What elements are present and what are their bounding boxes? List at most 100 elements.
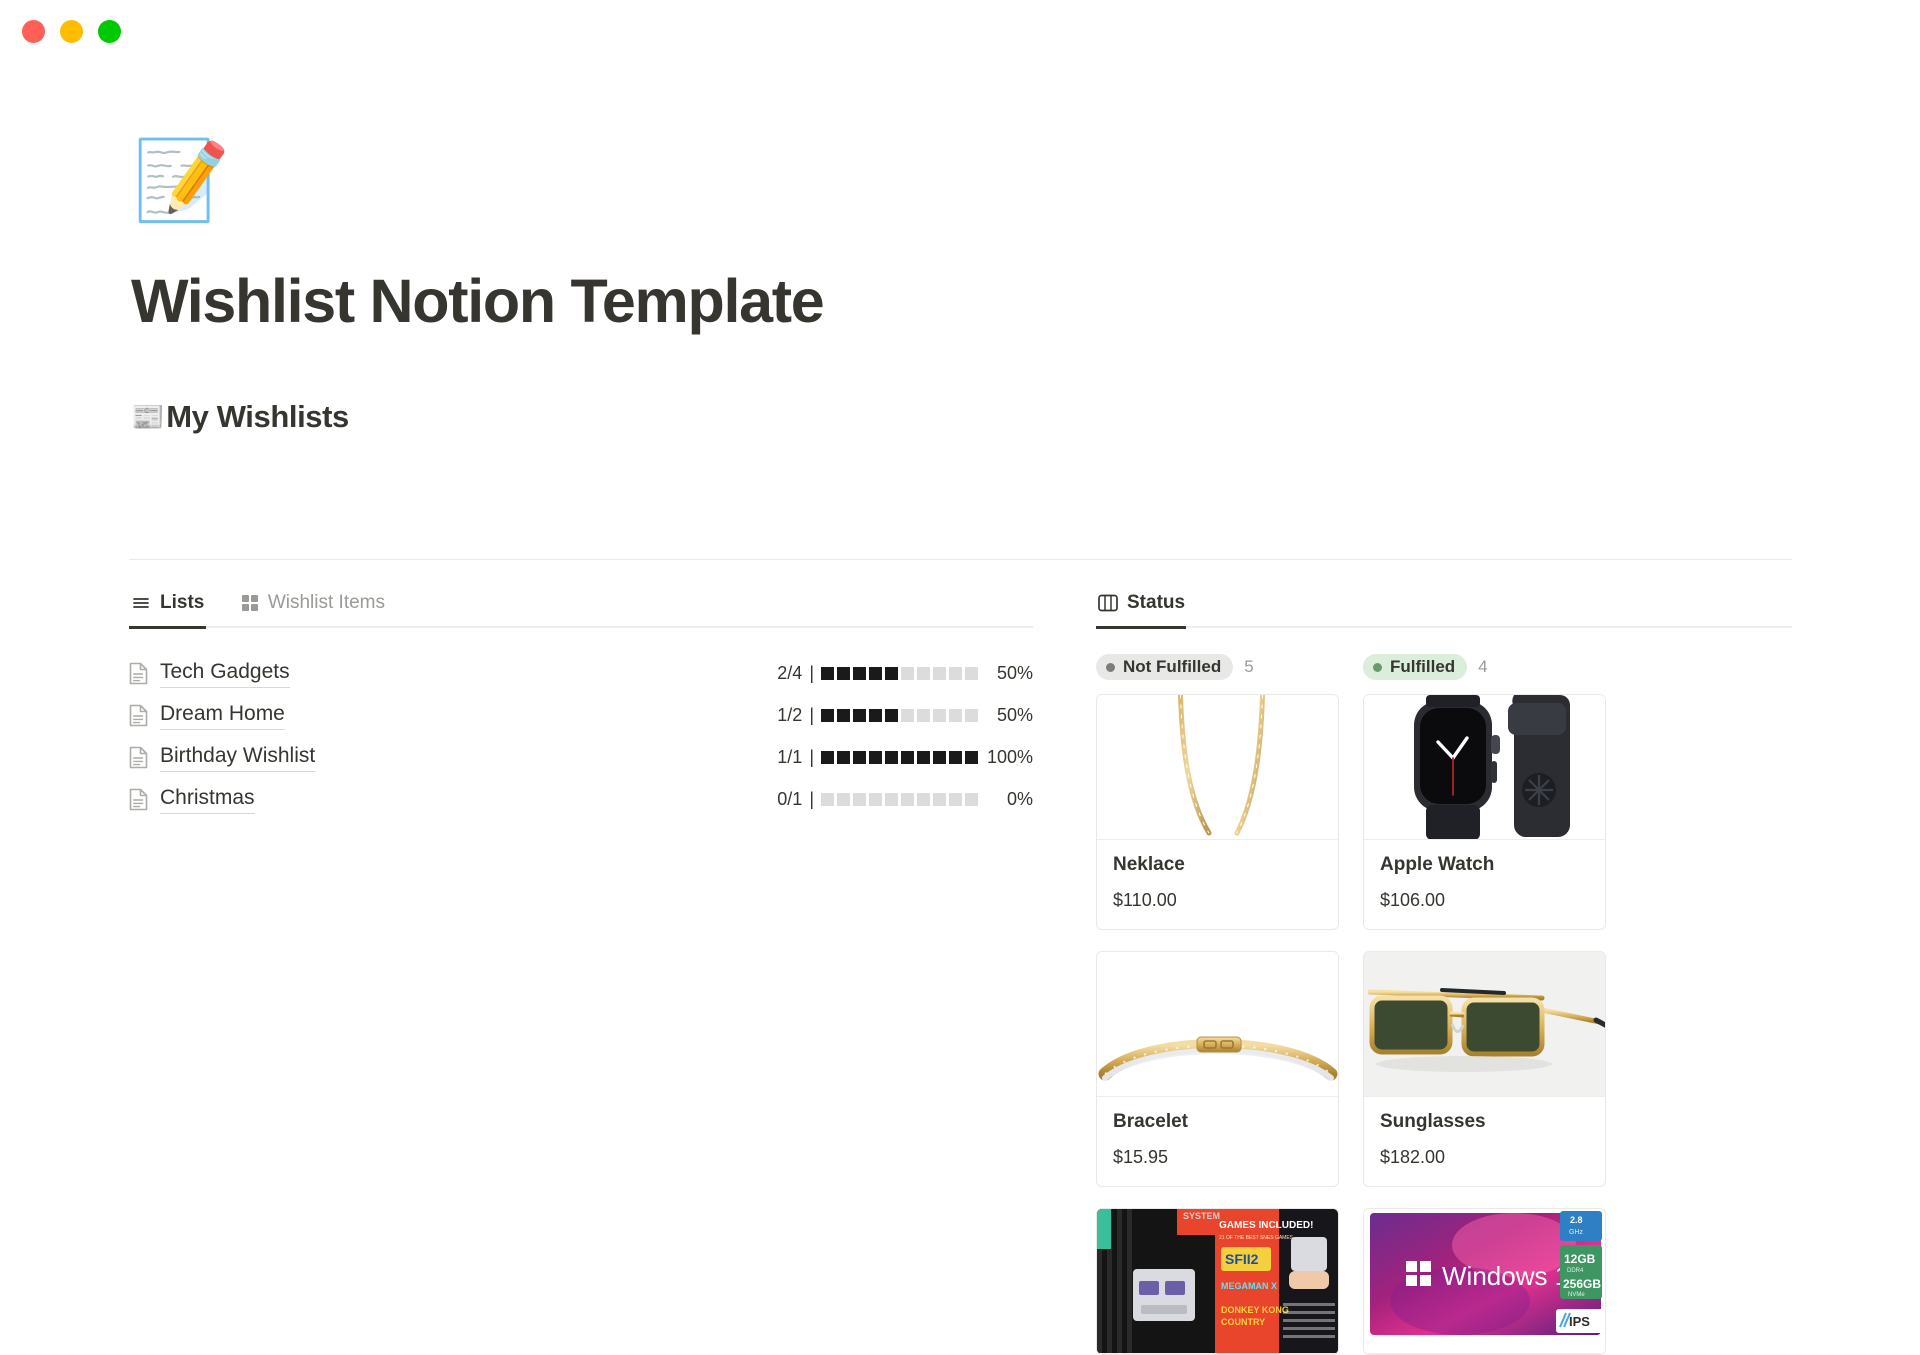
wishlist-card[interactable]: Sunglasses $182.00 (1363, 951, 1606, 1187)
section-divider (129, 559, 1792, 560)
lists-panel: Lists Wishlist Items Tech Gadgets 2/4 | … (129, 582, 1033, 820)
lists-rows: Tech Gadgets 2/4 | 50% Dream Home 1/2 | … (129, 652, 1033, 820)
progress-block (949, 792, 962, 806)
progress-separator: | (809, 788, 814, 809)
board-icon (1098, 594, 1118, 612)
svg-text:IPS: IPS (1569, 1314, 1590, 1329)
progress-block (949, 708, 962, 722)
board-column-count: 5 (1244, 657, 1254, 676)
progress-block (853, 750, 866, 764)
wishlist-card[interactable]: Apple Watch $106.00 (1363, 694, 1606, 930)
minimize-button[interactable] (60, 19, 83, 43)
board-column-count: 4 (1478, 657, 1488, 676)
progress-block (885, 666, 898, 680)
section-heading: 📰 My Wishlists (131, 399, 349, 435)
card-price: $106.00 (1380, 890, 1446, 910)
wishlist-card[interactable]: GAMES INCLUDED! 21 OF THE BEST SNES GAME… (1096, 1208, 1339, 1355)
card-title: Sunglasses (1380, 1111, 1486, 1132)
maximize-button[interactable] (98, 19, 121, 43)
gold-necklace-image (1097, 695, 1338, 840)
progress-block (837, 708, 850, 722)
progress-block (949, 666, 962, 680)
tab-lists-label: Lists (160, 592, 205, 613)
progress-block (869, 750, 882, 764)
progress-block (869, 666, 882, 680)
list-item-name: Tech Gadgets (160, 658, 290, 689)
board-column-fulfilled: Fulfilled 4 Apple Watch $106.00 Sunglass… (1363, 653, 1606, 1355)
progress-block (853, 792, 866, 806)
tab-status[interactable]: Status (1096, 582, 1191, 624)
list-item[interactable]: Birthday Wishlist 1/1 | 100% (129, 736, 1033, 778)
progress-block (933, 708, 946, 722)
document-icon (129, 788, 151, 811)
list-item-name: Christmas (160, 784, 255, 815)
apple-watch-image (1364, 695, 1605, 840)
status-badge[interactable]: Not Fulfilled (1096, 654, 1234, 680)
list-item[interactable]: Dream Home 1/2 | 50% (129, 694, 1033, 736)
progress-block (965, 750, 978, 764)
lists-tab-underline (129, 626, 1033, 629)
progress-block (901, 708, 914, 722)
memo-emoji[interactable]: 📝 (133, 135, 230, 225)
progress-block (965, 666, 978, 680)
card-body: Bracelet $15.95 (1097, 1097, 1338, 1186)
wishlist-card[interactable]: Bracelet $15.95 (1096, 951, 1339, 1187)
tab-lists[interactable]: Lists (129, 582, 210, 624)
tab-wishlist-items[interactable]: Wishlist Items (239, 582, 391, 624)
sunglasses-image (1364, 952, 1605, 1097)
progress-block (821, 666, 834, 680)
list-item[interactable]: Christmas 0/1 | 0% (129, 778, 1033, 820)
status-tab-bar: Status (1096, 582, 1792, 626)
card-price: $182.00 (1380, 1147, 1446, 1167)
card-price: $110.00 (1113, 890, 1177, 910)
status-dot-icon (1373, 662, 1382, 672)
status-tab-active-indicator (1096, 626, 1186, 629)
progress-fraction: 1/2 (777, 704, 803, 725)
tab-wishlist-items-label: Wishlist Items (267, 592, 385, 613)
progress-separator: | (809, 704, 814, 725)
card-title: Neklace (1113, 854, 1185, 875)
progress-percent: 100% (986, 746, 1033, 767)
close-button[interactable] (22, 19, 45, 43)
progress-block (837, 792, 850, 806)
progress-block (837, 750, 850, 764)
card-body: Sunglasses $182.00 (1364, 1097, 1605, 1186)
progress-block (885, 750, 898, 764)
progress-block (933, 792, 946, 806)
progress-block (837, 666, 850, 680)
section-heading-label: My Wishlists (166, 399, 349, 434)
document-icon (129, 704, 151, 727)
list-item[interactable]: Tech Gadgets 2/4 | 50% (129, 652, 1033, 694)
board-column-not-fulfilled: Not Fulfilled 5 Neklace $110.00 Bracelet… (1096, 653, 1339, 1355)
svg-text:2.8: 2.8 (1570, 1215, 1583, 1225)
status-badge-label: Fulfilled (1390, 657, 1456, 676)
document-icon (129, 746, 151, 769)
progress-block (933, 750, 946, 764)
progress-blocks (821, 750, 978, 764)
newspaper-emoji: 📰 (131, 402, 165, 432)
list-item-name: Dream Home (160, 700, 285, 731)
progress-block (869, 708, 882, 722)
wishlist-card[interactable]: Neklace $110.00 (1096, 694, 1339, 930)
gold-bracelet-image (1097, 952, 1338, 1097)
gallery-icon (241, 594, 259, 612)
progress-block (885, 792, 898, 806)
status-badge[interactable]: Fulfilled (1363, 654, 1468, 680)
document-icon (129, 662, 151, 685)
page-title: Wishlist Notion Template (131, 267, 825, 335)
progress-separator: | (809, 662, 814, 683)
card-title: Bracelet (1113, 1111, 1188, 1132)
card-body: Apple Watch $106.00 (1364, 840, 1605, 929)
wishlist-card[interactable]: Windows 11 2.8 GHz 12GB DDR4 256GB NVMe … (1363, 1208, 1606, 1355)
board-column-header: Not Fulfilled 5 (1096, 653, 1339, 681)
progress-block (933, 666, 946, 680)
board-column-header: Fulfilled 4 (1363, 653, 1606, 681)
list-item-progress: 2/4 | 50% (768, 663, 1033, 684)
progress-block (949, 750, 962, 764)
progress-blocks (821, 666, 978, 680)
lists-tab-active-indicator (129, 626, 206, 629)
progress-block (821, 792, 834, 806)
progress-blocks (821, 792, 978, 806)
progress-block (821, 708, 834, 722)
status-dot-icon (1106, 662, 1115, 672)
